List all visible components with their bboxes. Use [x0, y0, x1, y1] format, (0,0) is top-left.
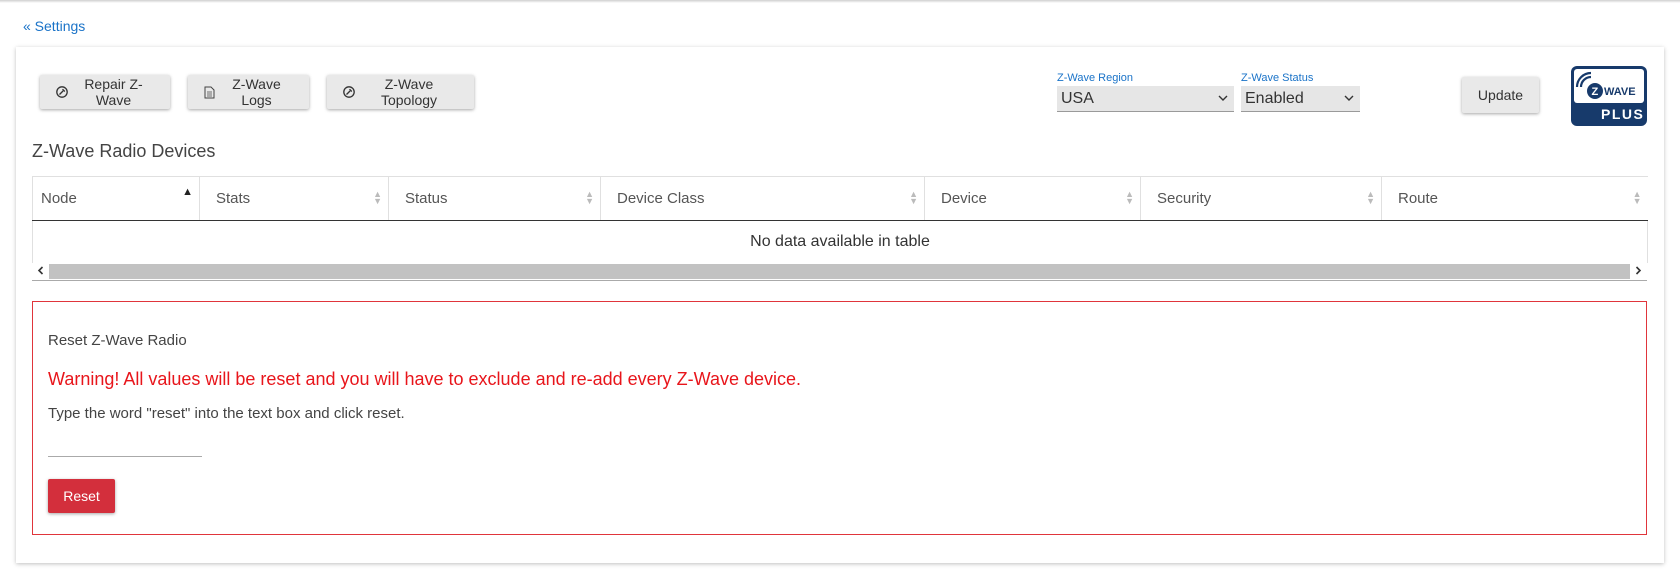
column-header-label: Node [41, 190, 77, 207]
logo-letter: Z [1592, 86, 1599, 98]
column-header-route[interactable]: Route ▲ ▼ [1381, 176, 1648, 221]
scroll-right-icon[interactable] [1630, 263, 1647, 280]
update-button[interactable]: Update [1462, 77, 1539, 113]
document-icon [204, 86, 215, 99]
zwave-logs-button[interactable]: Z-Wave Logs [188, 75, 309, 109]
wrench-icon [56, 86, 68, 98]
reset-panel-title: Reset Z-Wave Radio [48, 332, 187, 349]
wrench-icon [343, 86, 355, 98]
zwave-topology-label: Z-Wave Topology [380, 76, 438, 108]
sort-icon: ▲ ▼ [1366, 189, 1375, 206]
reset-confirm-input[interactable] [48, 434, 202, 457]
empty-table-message: No data available in table [32, 220, 1648, 263]
zwave-topology-button[interactable]: Z-Wave Topology [327, 75, 474, 109]
column-header-security[interactable]: Security ▲ ▼ [1140, 176, 1382, 221]
table-empty-row: No data available in table [32, 220, 1648, 263]
column-header-label: Route [1398, 190, 1439, 207]
column-header-label: Device Class [617, 190, 705, 207]
zwave-region-label: Z-Wave Region [1057, 72, 1134, 84]
zwave-region-value: USA [1061, 89, 1094, 107]
column-header-label: Security [1157, 190, 1212, 207]
column-header-label: Stats [216, 190, 251, 207]
column-header-status[interactable]: Status ▲ ▼ [388, 176, 601, 221]
column-header-label: Status [405, 190, 448, 207]
zwave-status-field: Z-Wave Status Enabled [1241, 72, 1360, 112]
devices-section-title: Z-Wave Radio Devices [32, 141, 216, 161]
zwave-settings-card: Repair Z-Wave Z-Wave Logs Z-Wave Topolog… [16, 47, 1664, 563]
zwave-plus-logo: Z WAVE PLUS [1570, 65, 1648, 127]
sort-ascending-icon: ▲ [182, 186, 193, 198]
table-header-row: Node ▲ Stats ▲ ▼ Status ▲ ▼ Device Class ▲ ▼ De… [32, 176, 1648, 221]
sort-icon: ▲ ▼ [909, 189, 918, 206]
logo-top-text: WAVE [1604, 86, 1636, 98]
scroll-left-icon[interactable] [32, 263, 49, 280]
zwave-status-select[interactable]: Enabled [1241, 86, 1360, 112]
zwave-logs-label: Z-Wave Logs [232, 76, 281, 108]
zwave-status-value: Enabled [1245, 89, 1304, 107]
reset-warning-text: Warning! All values will be reset and yo… [48, 369, 802, 389]
zwave-region-select[interactable]: USA [1057, 86, 1234, 112]
repair-zwave-label: Repair Z-Wave [84, 76, 143, 108]
column-header-device[interactable]: Device ▲ ▼ [924, 176, 1141, 221]
reset-instruction-text: Type the word "reset" into the text box … [48, 405, 405, 422]
chevron-down-icon [1218, 93, 1228, 105]
logo-bottom-text: PLUS [1601, 106, 1644, 122]
sort-icon: ▲ ▼ [1125, 189, 1134, 206]
devices-table: Node ▲ Stats ▲ ▼ Status ▲ ▼ Device Class ▲ ▼ De… [32, 176, 1648, 263]
devices-table-wrapper: Node ▲ Stats ▲ ▼ Status ▲ ▼ Device Class ▲ ▼ De… [32, 176, 1648, 281]
reset-radio-panel: Reset Z-Wave Radio Warning! All values w… [32, 301, 1647, 535]
column-header-label: Device [941, 190, 987, 207]
top-shadow [0, 0, 1680, 3]
scrollbar-thumb[interactable] [49, 264, 1630, 279]
sort-icon: ▲ ▼ [373, 189, 382, 206]
reset-button[interactable]: Reset [48, 479, 115, 513]
repair-zwave-button[interactable]: Repair Z-Wave [40, 75, 170, 109]
horizontal-scrollbar[interactable] [32, 263, 1647, 281]
zwave-region-field: Z-Wave Region USA [1057, 72, 1234, 112]
chevron-down-icon [1344, 93, 1354, 105]
zwave-status-label: Z-Wave Status [1241, 72, 1314, 84]
column-header-stats[interactable]: Stats ▲ ▼ [199, 176, 389, 221]
sort-icon: ▲ ▼ [1632, 189, 1642, 206]
column-header-node[interactable]: Node ▲ [32, 176, 200, 221]
column-header-device-class[interactable]: Device Class ▲ ▼ [600, 176, 925, 221]
sort-icon: ▲ ▼ [585, 189, 594, 206]
back-to-settings-link[interactable]: « Settings [23, 18, 85, 34]
